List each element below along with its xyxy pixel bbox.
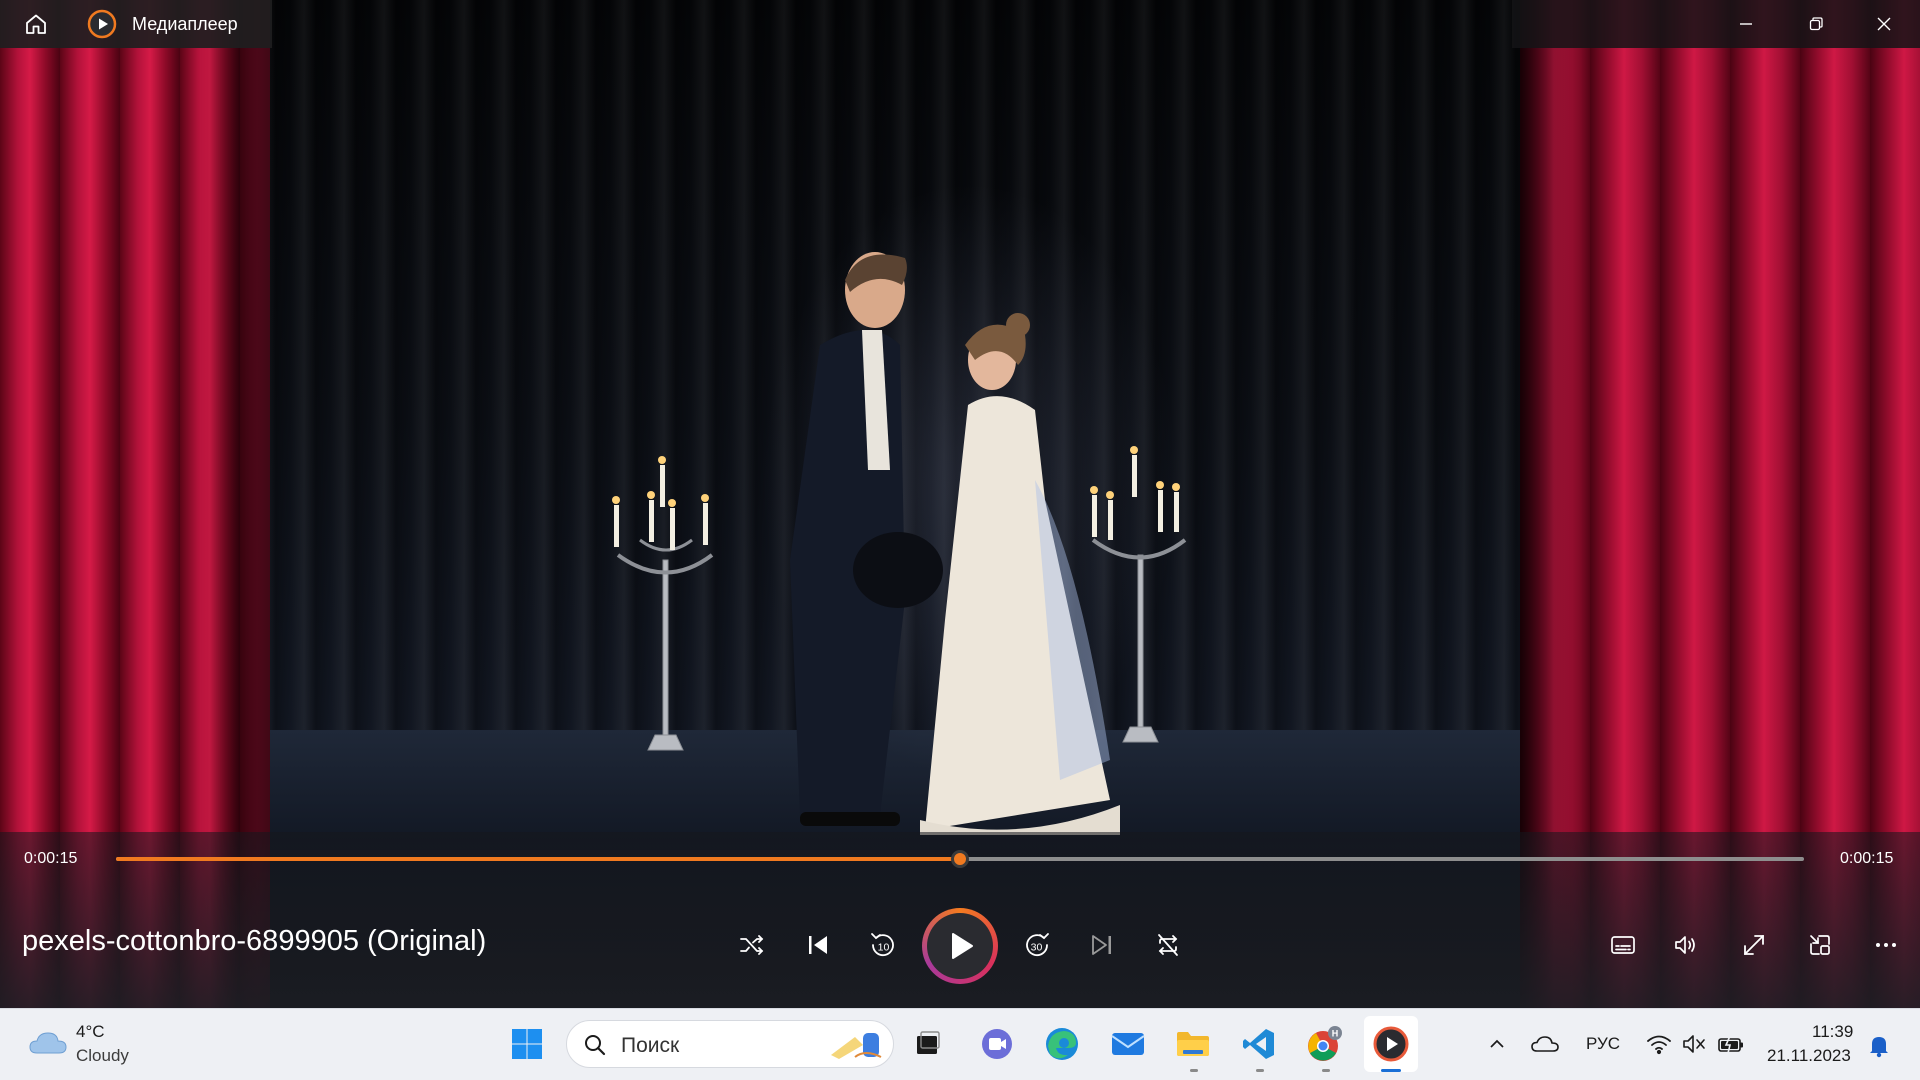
actor-man	[790, 252, 943, 826]
bell-icon	[1870, 1037, 1888, 1058]
weather-condition[interactable]: Cloudy	[76, 1046, 129, 1066]
weather-temperature[interactable]: 4°C	[76, 1022, 105, 1042]
svg-text:10: 10	[878, 942, 890, 954]
task-view-button[interactable]	[900, 1016, 954, 1072]
chevron-up-icon	[1490, 1039, 1504, 1048]
next-icon	[1092, 935, 1111, 955]
show-hidden-icons-button[interactable]	[1482, 1030, 1512, 1058]
edge-app[interactable]	[1035, 1016, 1089, 1072]
app-title: Медиаплеер	[132, 14, 238, 34]
volume-button[interactable]	[1661, 920, 1711, 970]
media-player-running-indicator	[1381, 1069, 1401, 1072]
teams-app[interactable]	[970, 1016, 1024, 1072]
mail-icon	[1111, 1033, 1145, 1055]
svg-text:30: 30	[1031, 942, 1043, 954]
current-time: 0:00:15	[24, 850, 78, 867]
weather-widget[interactable]	[26, 1026, 70, 1060]
chrome-running-indicator	[1322, 1069, 1330, 1072]
mini-player-icon	[1810, 935, 1830, 955]
minimize-button[interactable]	[1720, 0, 1772, 48]
play-button[interactable]	[922, 908, 998, 984]
home-button[interactable]	[12, 0, 60, 48]
windows-start-icon	[512, 1029, 542, 1059]
folder-icon	[1177, 1032, 1209, 1056]
volume-muted-icon	[1683, 1035, 1705, 1053]
edge-icon	[1046, 1028, 1078, 1060]
mail-app[interactable]	[1101, 1016, 1155, 1072]
mini-player-button[interactable]	[1795, 920, 1845, 970]
chrome-icon: H	[1308, 1026, 1342, 1061]
seek-bar[interactable]	[116, 850, 1804, 868]
onedrive-icon	[1531, 1036, 1559, 1052]
previous-icon	[809, 936, 827, 954]
search-placeholder: Поиск	[621, 1034, 680, 1057]
start-button[interactable]	[500, 1016, 554, 1072]
close-icon	[1877, 17, 1891, 31]
minimize-icon	[1740, 23, 1752, 25]
taskbar-search[interactable]: Поиск	[566, 1020, 894, 1068]
app-logo	[84, 0, 120, 48]
home-icon	[26, 14, 46, 34]
chrome-app[interactable]: H	[1298, 1016, 1352, 1072]
rewind-10-button[interactable]: 10	[858, 920, 908, 970]
volume-tray-button[interactable]	[1680, 1030, 1710, 1058]
repeat-button[interactable]	[1143, 920, 1193, 970]
previous-button[interactable]	[793, 920, 843, 970]
cloud-icon	[29, 1032, 67, 1054]
repeat-off-icon	[1158, 934, 1178, 956]
restore-icon	[1809, 17, 1823, 31]
restore-button[interactable]	[1790, 0, 1842, 48]
forward-30-icon: 30	[1026, 933, 1049, 957]
media-player-window: Медиаплеер 0:00:15 0:00:15 pexels-cotton…	[0, 0, 1920, 1080]
seek-bar-progress	[116, 857, 960, 861]
fullscreen-icon	[1744, 935, 1764, 955]
explorer-app[interactable]	[1166, 1016, 1220, 1072]
candelabra-right	[1090, 446, 1187, 743]
taskbar	[0, 1008, 1920, 1080]
subtitles-button[interactable]	[1598, 920, 1648, 970]
candelabra-left	[612, 456, 714, 751]
subtitles-icon	[1611, 936, 1635, 954]
media-player-icon	[87, 9, 117, 39]
shuffle-icon	[740, 935, 764, 955]
notifications-button[interactable]	[1864, 1032, 1894, 1060]
more-options-button[interactable]	[1861, 920, 1911, 970]
fullscreen-button[interactable]	[1729, 920, 1779, 970]
play-button-inner	[927, 913, 993, 979]
battery-charging-icon	[1718, 1035, 1743, 1054]
clock-date[interactable]: 21.11.2023	[1767, 1046, 1851, 1066]
input-language[interactable]: РУС	[1586, 1034, 1620, 1054]
teams-icon	[982, 1029, 1012, 1059]
search-highlight-icon	[831, 1033, 882, 1059]
vscode-running-indicator	[1256, 1069, 1264, 1072]
onedrive-tray-button[interactable]	[1530, 1030, 1560, 1058]
wifi-tray-button[interactable]	[1644, 1030, 1674, 1058]
explorer-running-indicator	[1190, 1069, 1198, 1072]
total-time: 0:00:15	[1840, 850, 1894, 867]
wifi-icon	[1647, 1035, 1671, 1055]
search-icon	[585, 1035, 606, 1056]
shuffle-button[interactable]	[727, 920, 777, 970]
seek-bar-thumb[interactable]	[951, 850, 969, 868]
rewind-10-icon: 10	[871, 933, 894, 957]
vscode-icon	[1243, 1029, 1274, 1059]
task-view-icon	[917, 1031, 940, 1054]
media-player-app[interactable]	[1364, 1016, 1418, 1072]
actress-woman	[920, 313, 1120, 835]
media-title: pexels-cottonbro-6899905 (Original)	[22, 925, 487, 957]
clock-time[interactable]: 11:39	[1812, 1022, 1853, 1042]
vscode-app[interactable]	[1232, 1016, 1286, 1072]
volume-icon	[1675, 936, 1695, 954]
title-bar: Медиаплеер	[0, 0, 1920, 48]
media-player-icon	[1373, 1026, 1409, 1062]
play-icon	[952, 933, 973, 959]
next-button[interactable]	[1077, 920, 1127, 970]
svg-text:H: H	[1332, 1029, 1339, 1039]
close-button[interactable]	[1858, 0, 1910, 48]
forward-30-button[interactable]: 30	[1012, 920, 1062, 970]
battery-tray-button[interactable]	[1716, 1030, 1746, 1058]
more-icon	[1876, 943, 1896, 947]
